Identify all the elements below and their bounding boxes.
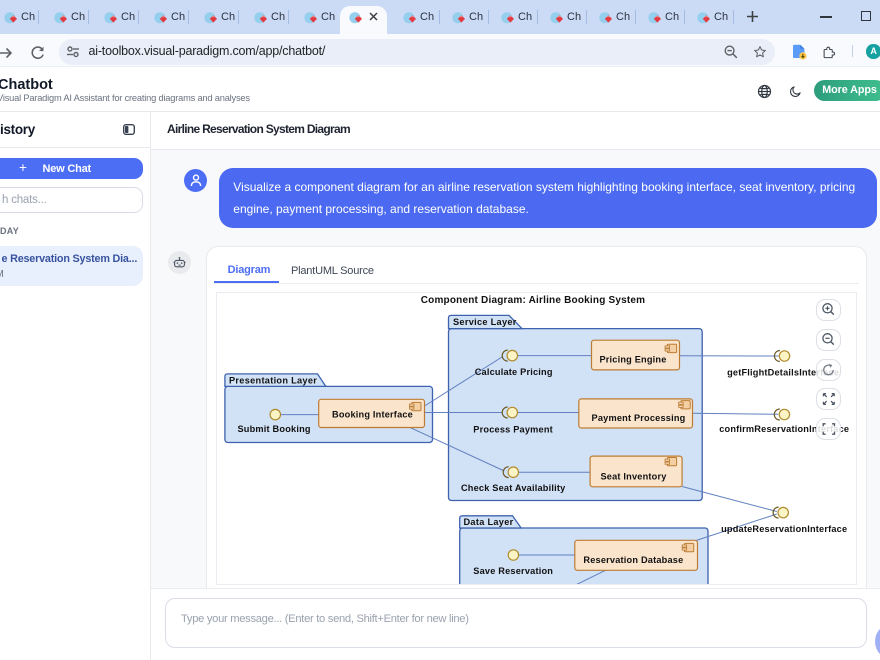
svg-text:Check Seat Availability: Check Seat Availability [460,483,565,493]
svg-text:Reservation Database: Reservation Database [583,555,683,565]
svg-text:Payment Processing: Payment Processing [591,413,685,423]
svg-text:Submit Booking: Submit Booking [237,424,310,434]
svg-text:Presentation Layer: Presentation Layer [229,375,317,385]
svg-text:Seat Inventory: Seat Inventory [600,472,667,482]
svg-text:Process Payment: Process Payment [473,424,553,434]
svg-text:Component Diagram: Airline Boo: Component Diagram: Airline Booking Syste… [420,295,645,306]
svg-text:Service Layer: Service Layer [453,317,517,327]
svg-text:Booking Interface: Booking Interface [332,409,413,419]
svg-text:Save Reservation: Save Reservation [473,566,553,576]
svg-text:Data Layer: Data Layer [463,517,513,527]
svg-text:updateReservationInterface: updateReservationInterface [721,524,847,534]
svg-text:Calculate Pricing: Calculate Pricing [474,367,552,377]
svg-text:Pricing Engine: Pricing Engine [599,354,666,364]
